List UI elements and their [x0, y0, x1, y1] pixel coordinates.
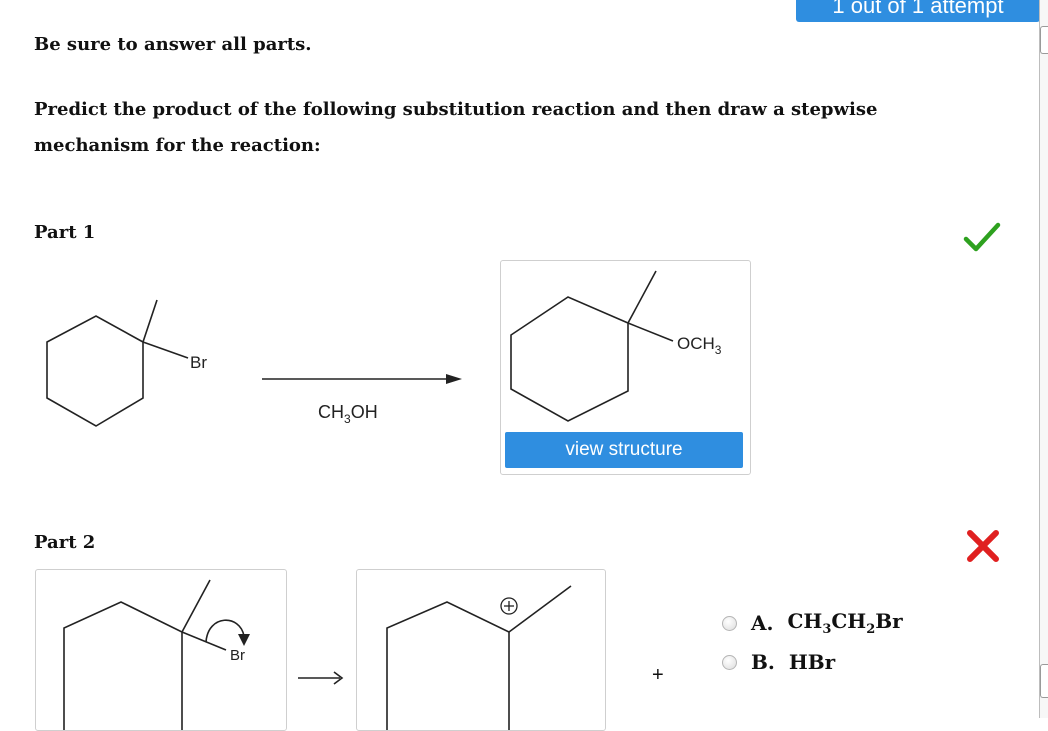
check-icon [963, 222, 1001, 252]
mech-leaving-group: Br [230, 647, 245, 664]
part-1-answer-box: OCH3 view structure [500, 260, 751, 475]
product-ring [510, 296, 629, 422]
choice-b[interactable]: B. HBr [722, 650, 835, 674]
product-methyl-bond [627, 270, 657, 324]
part-2-label: Part 2 [34, 532, 96, 553]
scrollbar-up[interactable] [1040, 26, 1048, 54]
plus-sign: + [652, 664, 664, 686]
choice-a[interactable]: A. CH3CH2Br [722, 609, 903, 637]
reagent-label: CH3OH [318, 402, 378, 426]
carbocation-structure [386, 585, 572, 730]
radio-a[interactable] [722, 615, 737, 631]
mech1-ring [63, 601, 183, 730]
x-icon [967, 530, 999, 562]
mechanism-box-2[interactable] [356, 569, 606, 731]
scrollbar[interactable] [1039, 0, 1048, 718]
attempt-badge: 1 out of 1 attempt [796, 0, 1040, 22]
methyl-bond [142, 299, 158, 343]
cyclohexane-ring [46, 315, 144, 427]
part-1-reactant: Br CH3OH [46, 299, 462, 427]
mechanism-arrow-icon [298, 671, 344, 685]
carbocation-ring [386, 601, 510, 730]
radio-b[interactable] [722, 654, 737, 670]
choice-b-letter: B. [751, 650, 775, 674]
product-group-label: OCH3 [677, 334, 722, 357]
scrollbar-down[interactable] [1040, 664, 1048, 698]
c-br-bond [142, 341, 189, 359]
choice-b-formula: HBr [788, 650, 836, 674]
view-structure-button[interactable]: view structure [505, 432, 743, 468]
mechanism-box-1[interactable]: Br [35, 569, 287, 731]
choice-a-letter: A. [751, 611, 774, 635]
reactant-leaving-group: Br [190, 353, 207, 372]
c-o-bond [627, 322, 674, 342]
choice-a-formula: CH3CH2Br [787, 609, 903, 637]
mechanism-step-1-structure: Br [63, 579, 250, 730]
curved-arrow-icon [205, 619, 245, 643]
